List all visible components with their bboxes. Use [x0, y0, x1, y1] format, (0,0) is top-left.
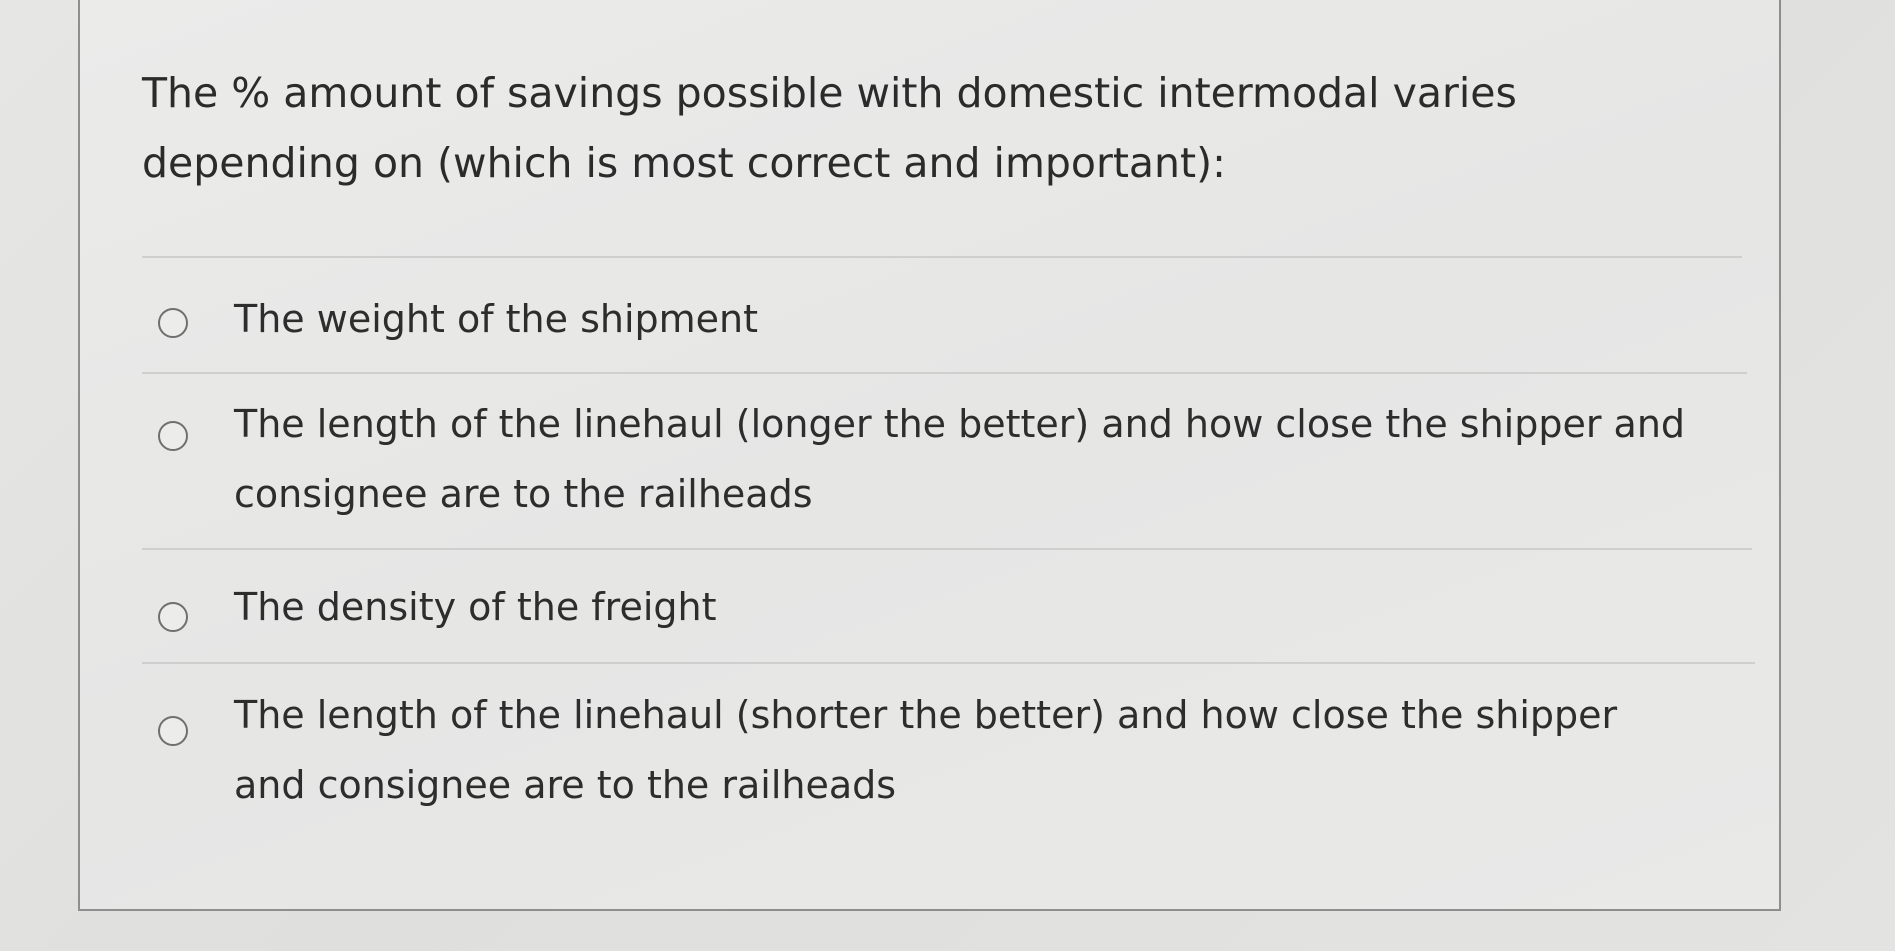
radio-button[interactable]: [158, 602, 188, 632]
answer-option-1[interactable]: The weight of the shipment: [142, 284, 1722, 354]
divider: [142, 256, 1742, 258]
answer-option-4[interactable]: The length of the linehaul (shorter the …: [142, 680, 1722, 820]
question-card: The % amount of savings possible with do…: [78, 0, 1781, 911]
radio-button[interactable]: [158, 308, 188, 338]
radio-button[interactable]: [158, 716, 188, 746]
answer-option-label: The length of the linehaul (shorter the …: [234, 693, 1618, 807]
answer-option-label: The density of the freight: [234, 585, 717, 629]
answer-option-label: The weight of the shipment: [234, 297, 759, 341]
radio-button[interactable]: [158, 421, 188, 451]
divider: [142, 662, 1755, 664]
divider: [142, 548, 1752, 550]
question-text: The % amount of savings possible with do…: [142, 69, 1517, 187]
divider: [142, 372, 1747, 374]
answer-option-label: The length of the linehaul (longer the b…: [234, 402, 1686, 516]
answer-option-2[interactable]: The length of the linehaul (longer the b…: [142, 389, 1722, 529]
answer-option-3[interactable]: The density of the freight: [142, 572, 1722, 642]
